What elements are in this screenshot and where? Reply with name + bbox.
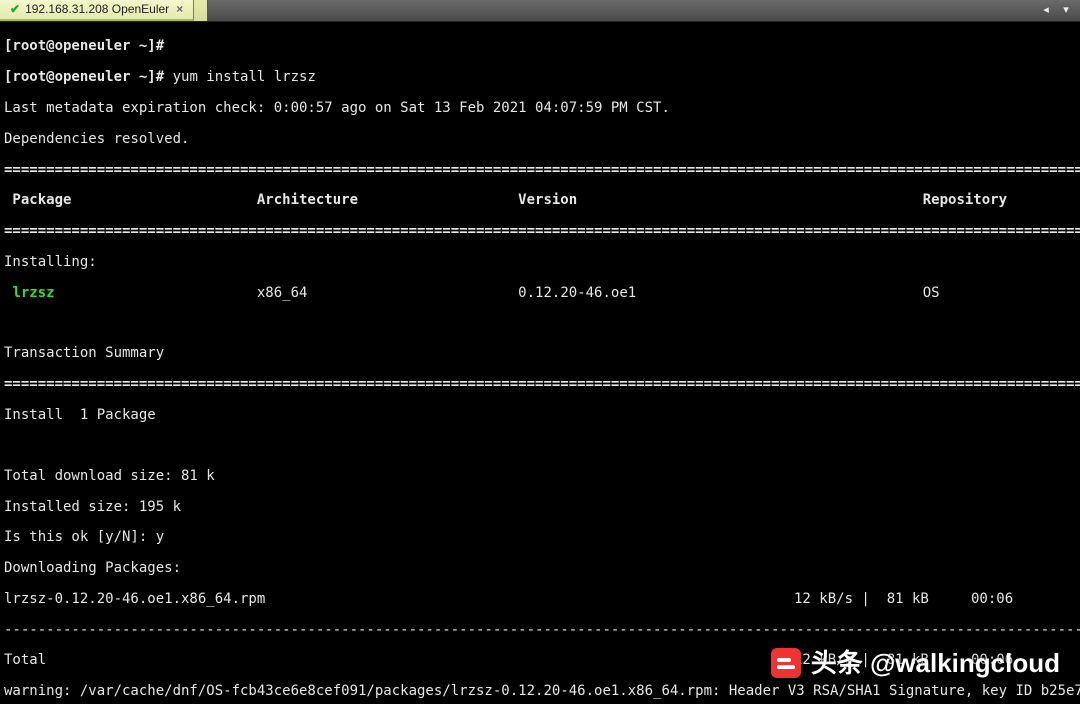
connected-icon: ✔ xyxy=(10,3,20,16)
command-text: yum install lrzsz xyxy=(173,69,316,85)
download-size: Total download size: 81 k xyxy=(4,469,1076,484)
package-row: lrzsz x86_64 0.12.20-46.oe1 OS 81 k xyxy=(4,286,1076,301)
ruler: ========================================… xyxy=(4,224,1076,239)
table-header: Package Architecture Version Repository … xyxy=(4,193,1076,208)
prompt: [root@openeuler ~]# xyxy=(4,38,164,54)
metadata-line: Last metadata expiration check: 0:00:57 … xyxy=(4,101,1076,116)
deps-line: Dependencies resolved. xyxy=(4,132,1076,147)
terminal-tab[interactable]: ✔ 192.168.31.208 OpenEuler × xyxy=(0,0,194,21)
gpg-warning: warning: /var/cache/dnf/OS-fcb43ce6e8cef… xyxy=(4,684,1076,699)
ruler: ========================================… xyxy=(4,163,1076,178)
options-dropdown-icon[interactable]: ▾ xyxy=(1058,3,1074,19)
transaction-summary-title: Transaction Summary xyxy=(4,346,1076,361)
tabbar-controls: ◂ ▾ xyxy=(1032,0,1080,22)
tab-title: 192.168.31.208 OpenEuler xyxy=(25,3,169,16)
new-tab-button[interactable] xyxy=(194,0,208,21)
downloading-heading: Downloading Packages: xyxy=(4,561,1076,576)
download-row: lrzsz-0.12.20-46.oe1.x86_64.rpm12 kB/s |… xyxy=(4,592,1076,607)
options-left-icon[interactable]: ◂ xyxy=(1038,3,1054,19)
install-count: Install 1 Package xyxy=(4,408,1076,423)
tab-bar: ✔ 192.168.31.208 OpenEuler × ◂ ▾ xyxy=(0,0,1080,22)
terminal-output[interactable]: [root@openeuler ~]# [root@openeuler ~]# … xyxy=(0,22,1080,704)
confirm-prompt: Is this ok [y/N]: y xyxy=(4,530,1076,545)
package-name: lrzsz xyxy=(12,285,54,301)
section-installing: Installing: xyxy=(4,255,1076,270)
ruler-dash: ----------------------------------------… xyxy=(4,623,1076,638)
close-tab-icon[interactable]: × xyxy=(176,3,183,16)
prompt: [root@openeuler ~]# xyxy=(4,69,164,85)
installed-size: Installed size: 195 k xyxy=(4,500,1076,515)
ruler: ========================================… xyxy=(4,377,1076,392)
download-total: Total12 kB/s | 81 kB 00:06 xyxy=(4,653,1076,668)
